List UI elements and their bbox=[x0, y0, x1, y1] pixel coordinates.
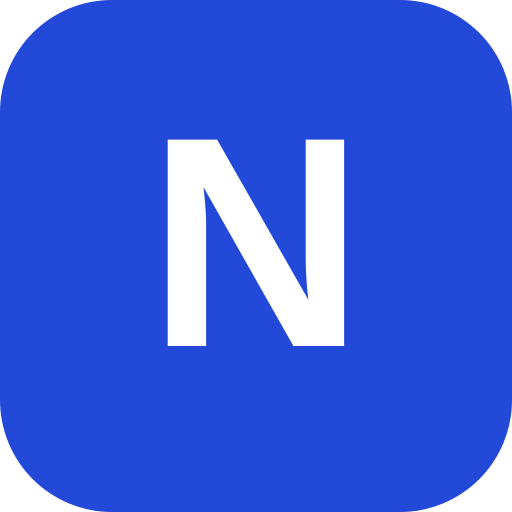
letter-n-app-icon[interactable]: N bbox=[0, 0, 512, 512]
app-icon-letter: N bbox=[147, 74, 365, 410]
